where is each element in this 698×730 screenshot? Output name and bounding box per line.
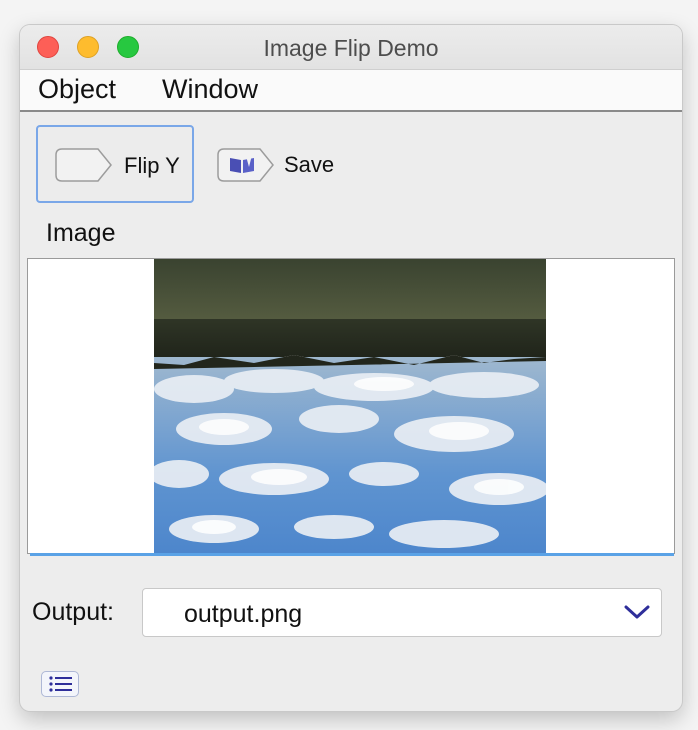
output-selected-value: output.png (184, 600, 303, 628)
app-window: Image Flip Demo Object Window Flip Y Sav… (20, 25, 682, 711)
flipped-landscape-image (154, 259, 546, 553)
save-button[interactable]: Save (214, 125, 354, 203)
menu-window[interactable]: Window (162, 74, 258, 105)
save-label: Save (284, 152, 335, 177)
image-panel-focus-line (30, 553, 674, 556)
flip-y-label: Flip Y (124, 153, 180, 178)
list-view-button[interactable] (41, 671, 79, 697)
chevron-down-icon (623, 603, 651, 626)
flip-shape-icon (54, 147, 114, 188)
menu-bar: Object Window (20, 70, 682, 112)
output-dropdown[interactable]: output.png (142, 588, 662, 637)
book-icon (216, 147, 276, 188)
window-title: Image Flip Demo (263, 35, 439, 61)
image-section-label: Image (46, 219, 116, 247)
output-label: Output: (32, 598, 114, 626)
flip-y-button[interactable]: Flip Y (36, 125, 194, 203)
title-bar: Image Flip Demo (20, 25, 682, 70)
menu-object[interactable]: Object (38, 74, 116, 105)
